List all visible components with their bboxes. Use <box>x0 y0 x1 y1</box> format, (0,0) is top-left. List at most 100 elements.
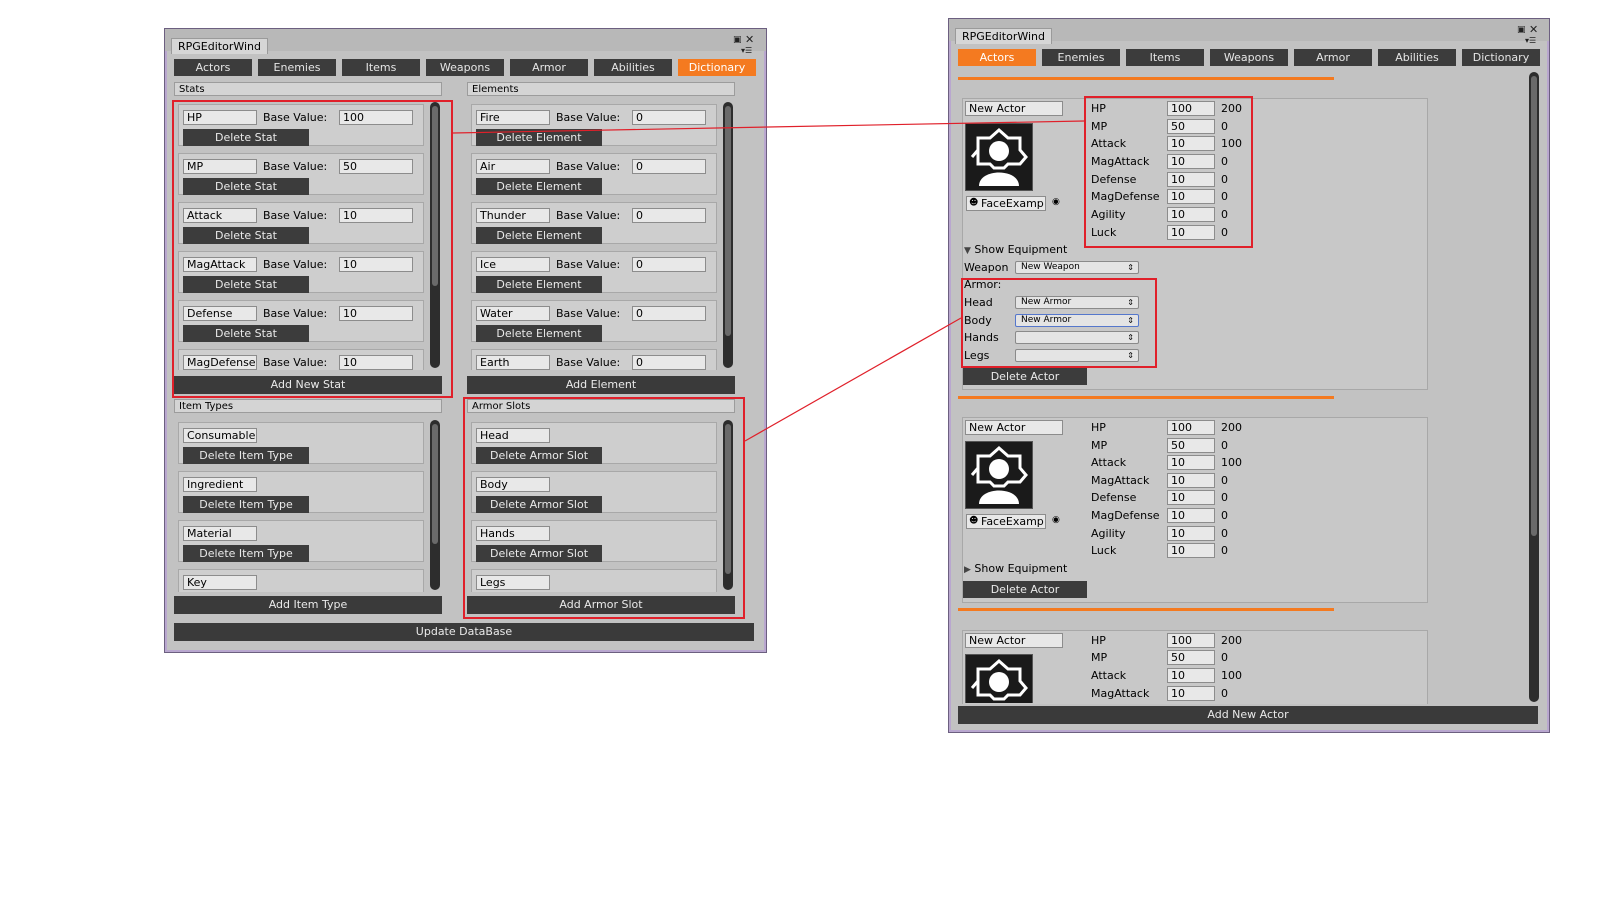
element-card: Earth Base Value: 0 <box>471 349 717 370</box>
elements-scroll-thumb[interactable] <box>725 106 731 336</box>
stat-value-field[interactable]: 10 <box>1167 455 1215 470</box>
base-value-label: Base Value: <box>556 209 621 222</box>
tab-dictionary[interactable]: Dictionary <box>678 59 756 76</box>
base-value-label: Base Value: <box>556 356 621 369</box>
tab-dictionary[interactable]: Dictionary <box>1462 49 1540 66</box>
stat-max-label: 0 <box>1221 651 1228 664</box>
delete-element-button[interactable]: Delete Element <box>476 129 602 146</box>
element-value-field[interactable]: 0 <box>632 159 706 174</box>
tab-abilities[interactable]: Abilities <box>594 59 672 76</box>
stat-value-field[interactable]: 10 <box>1167 543 1215 558</box>
item-types-scroll-thumb[interactable] <box>432 424 438 544</box>
tab-weapons[interactable]: Weapons <box>426 59 504 76</box>
item-type-name-field[interactable]: Ingredient <box>183 477 257 492</box>
tab-enemies[interactable]: Enemies <box>258 59 336 76</box>
delete-item-type-button[interactable]: Delete Item Type <box>183 496 309 513</box>
delete-actor-button[interactable]: Delete Actor <box>963 581 1087 598</box>
stat-value-field[interactable]: 10 <box>1167 490 1215 505</box>
stat-value-field[interactable]: 10 <box>1167 668 1215 683</box>
delete-element-button[interactable]: Delete Element <box>476 276 602 293</box>
stat-value-field[interactable]: 100 <box>1167 633 1215 648</box>
actor-portrait-icon[interactable] <box>965 123 1033 191</box>
stat-value-field[interactable]: 50 <box>1167 650 1215 665</box>
stat-max-label: 0 <box>1221 509 1228 522</box>
object-picker-icon[interactable]: ◉ <box>1052 195 1060 210</box>
actors-scrollbar[interactable] <box>1529 72 1539 702</box>
stat-value-field[interactable]: 50 <box>1167 438 1215 453</box>
actor-name-field[interactable]: New Actor <box>965 420 1063 435</box>
item-types-header: Item Types <box>174 399 442 413</box>
tab-items[interactable]: Items <box>1126 49 1204 66</box>
delete-element-button[interactable]: Delete Element <box>476 178 602 195</box>
tab-armor[interactable]: Armor <box>510 59 588 76</box>
item-type-name-field[interactable]: Material <box>183 526 257 541</box>
stat-label: Luck <box>1091 544 1117 557</box>
element-value-field[interactable]: 0 <box>632 306 706 321</box>
delete-element-button[interactable]: Delete Element <box>476 227 602 244</box>
add-item-type-button[interactable]: Add Item Type <box>174 596 442 614</box>
show-equipment-label: Show Equipment <box>974 243 1068 256</box>
elements-list: Fire Base Value: 0 Delete Element Air Ba… <box>467 100 735 370</box>
element-value-field[interactable]: 0 <box>632 208 706 223</box>
face-asset-field[interactable]: ☻ FaceExamp <box>966 196 1046 211</box>
elements-scrollbar[interactable] <box>723 102 733 368</box>
stat-value-field[interactable]: 10 <box>1167 473 1215 488</box>
stat-max-label: 200 <box>1221 634 1242 647</box>
tab-abilities[interactable]: Abilities <box>1378 49 1456 66</box>
delete-element-button[interactable]: Delete Element <box>476 325 602 342</box>
maximize-icon[interactable]: ▣ <box>733 35 742 45</box>
item-type-name-field[interactable]: Consumable <box>183 428 257 443</box>
face-asset-field[interactable]: ☻ FaceExamp <box>966 514 1046 529</box>
tab-weapons[interactable]: Weapons <box>1210 49 1288 66</box>
actor-portrait-icon[interactable] <box>965 654 1033 703</box>
element-card: Ice Base Value: 0 Delete Element <box>471 251 717 293</box>
delete-item-type-button[interactable]: Delete Item Type <box>183 447 309 464</box>
menu-icon[interactable]: ▾☰ <box>741 46 752 55</box>
element-card: Fire Base Value: 0 Delete Element <box>471 104 717 146</box>
stat-label: HP <box>1091 421 1106 434</box>
update-database-button[interactable]: Update DataBase <box>174 623 754 641</box>
actor-portrait-icon[interactable] <box>965 441 1033 509</box>
show-equipment-toggle[interactable]: ▶ Show Equipment <box>964 561 1067 578</box>
tab-armor[interactable]: Armor <box>1294 49 1372 66</box>
actor-stats-highlight-box <box>1084 96 1253 248</box>
element-value-field[interactable]: 0 <box>632 257 706 272</box>
item-type-name-field[interactable]: Key <box>183 575 257 590</box>
face-silhouette-icon <box>970 658 1028 701</box>
tab-actors[interactable]: Actors <box>958 49 1036 66</box>
stat-value-field[interactable]: 10 <box>1167 686 1215 701</box>
right-window-title[interactable]: RPGEditorWind <box>955 28 1052 44</box>
element-name-field[interactable]: Thunder <box>476 208 550 223</box>
item-types-scrollbar[interactable] <box>430 420 440 590</box>
element-name-field[interactable]: Water <box>476 306 550 321</box>
element-value-field[interactable]: 0 <box>632 110 706 125</box>
element-name-field[interactable]: Earth <box>476 355 550 370</box>
collapsed-arrow-icon: ▶ <box>964 565 971 575</box>
actor-name-field[interactable]: New Actor <box>965 633 1063 648</box>
element-name-field[interactable]: Fire <box>476 110 550 125</box>
stat-value-field[interactable]: 100 <box>1167 420 1215 435</box>
left-window-title[interactable]: RPGEditorWind <box>171 38 268 54</box>
stat-value-field[interactable]: 10 <box>1167 508 1215 523</box>
tab-items[interactable]: Items <box>342 59 420 76</box>
actor-name-field[interactable]: New Actor <box>965 101 1063 116</box>
show-equipment-toggle[interactable]: ▼ Show Equipment <box>964 242 1067 259</box>
delete-item-type-button[interactable]: Delete Item Type <box>183 545 309 562</box>
stat-value-field[interactable]: 10 <box>1167 526 1215 541</box>
element-name-field[interactable]: Ice <box>476 257 550 272</box>
weapon-select[interactable]: New Weapon ⇕ <box>1015 261 1139 274</box>
maximize-icon[interactable]: ▣ <box>1517 25 1526 35</box>
stat-max-label: 0 <box>1221 544 1228 557</box>
add-new-actor-button[interactable]: Add New Actor <box>958 706 1538 724</box>
close-icon[interactable]: ✕ <box>1529 23 1538 36</box>
element-name-field[interactable]: Air <box>476 159 550 174</box>
tab-enemies[interactable]: Enemies <box>1042 49 1120 66</box>
close-icon[interactable]: ✕ <box>745 33 754 46</box>
menu-icon[interactable]: ▾☰ <box>1525 36 1536 45</box>
tab-actors[interactable]: Actors <box>174 59 252 76</box>
actors-scroll-thumb[interactable] <box>1531 76 1537 536</box>
element-value-field[interactable]: 0 <box>632 355 706 370</box>
delete-actor-button[interactable]: Delete Actor <box>963 368 1087 385</box>
add-element-button[interactable]: Add Element <box>467 376 735 394</box>
object-picker-icon[interactable]: ◉ <box>1052 513 1060 528</box>
